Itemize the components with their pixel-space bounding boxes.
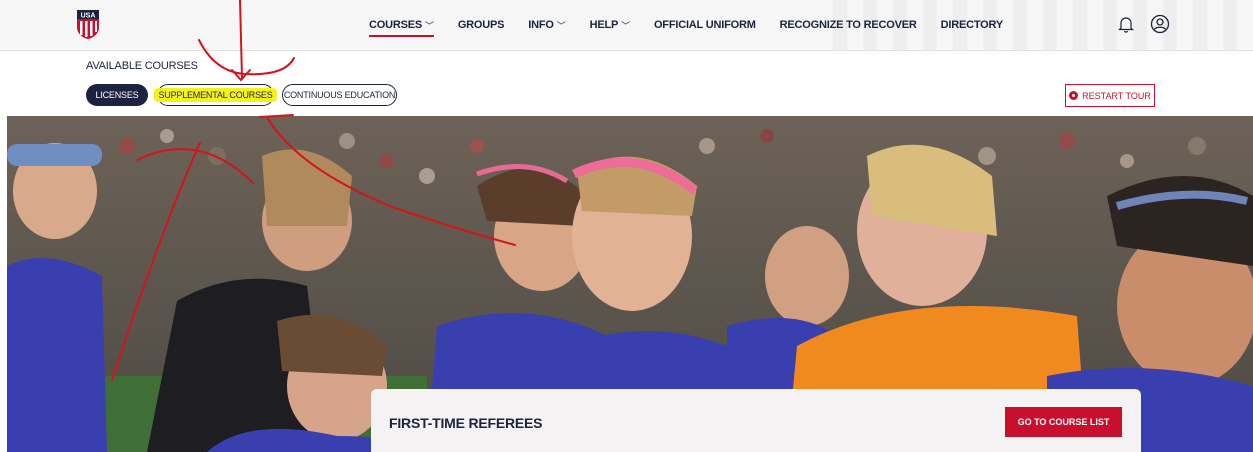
chevron-down-icon: ﹀	[556, 20, 566, 31]
tab-supplemental-courses[interactable]: SUPPLEMENTAL COURSES	[154, 84, 277, 106]
chevron-down-icon: ﹀	[425, 20, 434, 31]
nav-help[interactable]: HELP ﹀	[590, 0, 631, 50]
nav-recognize-to-recover[interactable]: RECOGNIZE TO RECOVER	[780, 0, 917, 50]
record-icon	[1069, 91, 1079, 100]
nav-info[interactable]: INFO ﹀	[528, 0, 565, 50]
nav-official-uniform[interactable]: OFFICIAL UNIFORM	[654, 0, 756, 50]
tab-licenses[interactable]: LICENSES	[86, 84, 148, 106]
card-title: FIRST-TIME REFEREES	[389, 415, 543, 431]
top-navigation-bar: USA COURSES ﹀ GROUPS INFO ﹀ HELP ﹀ OFFICIAL…	[0, 0, 1253, 51]
svg-text:USA: USA	[81, 13, 96, 20]
nav-directory[interactable]: DIRECTORY	[941, 0, 1004, 50]
restart-tour-button[interactable]: RESTART TOUR	[1065, 84, 1155, 107]
bell-icon[interactable]	[1115, 13, 1137, 35]
main-nav: COURSES ﹀ GROUPS INFO ﹀ HELP ﹀ OFFICIAL UNI…	[369, 0, 1027, 50]
ussf-crest-logo[interactable]: USA	[76, 9, 100, 40]
header-actions	[1115, 13, 1171, 35]
go-to-course-list-button[interactable]: GO TO COURSE LIST	[1005, 407, 1122, 437]
nav-courses[interactable]: COURSES ﹀	[369, 0, 434, 50]
available-courses-heading: AVAILABLE COURSES	[86, 60, 198, 72]
user-icon[interactable]	[1149, 13, 1171, 35]
nav-groups[interactable]: GROUPS	[458, 0, 505, 50]
tab-continuous-education[interactable]: CONTINUOUS EDUCATION	[282, 84, 397, 106]
chevron-down-icon: ﹀	[621, 20, 630, 31]
